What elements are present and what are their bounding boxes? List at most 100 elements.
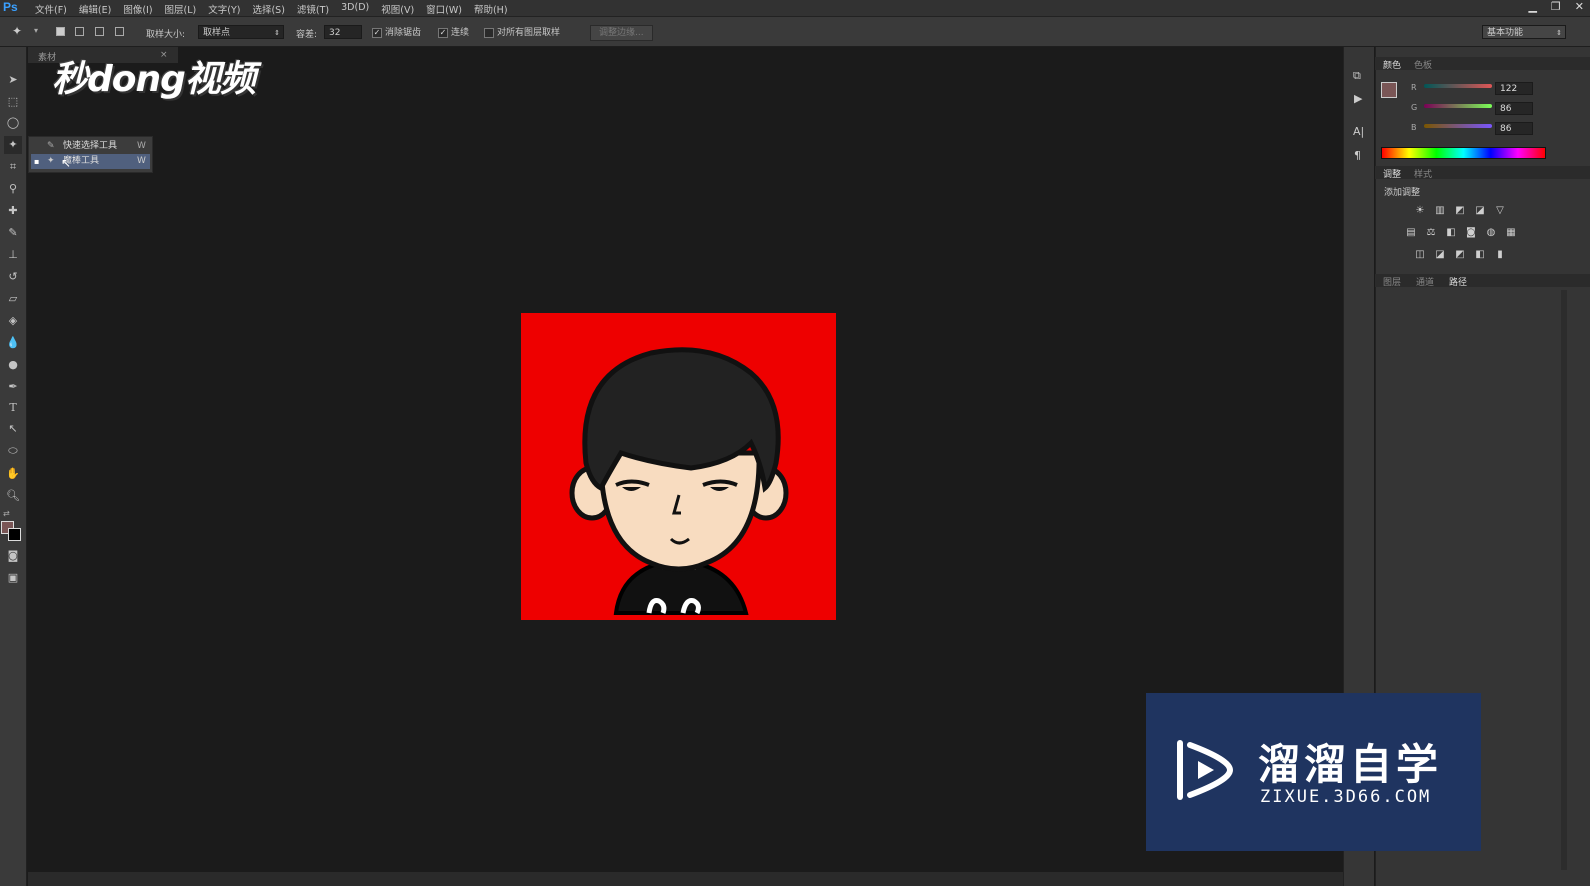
blur-tool-icon[interactable]: 💧 [4, 334, 22, 352]
screen-mode-icon[interactable]: ▣ [4, 569, 22, 587]
swap-colors-icon[interactable]: ⇄ [3, 509, 10, 518]
antialias-checkbox[interactable]: ✓ 消除锯齿 [372, 25, 421, 38]
actions-play-icon[interactable]: ▶ [1354, 92, 1362, 105]
menu-filter[interactable]: 滤镜(T) [297, 2, 329, 16]
menu-type[interactable]: 文字(Y) [208, 2, 240, 16]
menu-edit[interactable]: 编辑(E) [79, 2, 111, 16]
black-white-icon[interactable]: ◧ [1445, 227, 1457, 239]
value-r-input[interactable]: 122 [1495, 82, 1533, 95]
history-brush-icon[interactable]: ↺ [4, 268, 22, 286]
quick-mask-icon[interactable]: ◙ [4, 547, 22, 565]
paint-bucket-icon[interactable]: ◈ [4, 312, 22, 330]
subtract-selection-icon[interactable] [95, 27, 104, 36]
flyout-item-magic-wand[interactable]: ▪ ✦ 魔棒工具 W [31, 154, 150, 169]
eraser-tool-icon[interactable]: ▱ [4, 290, 22, 308]
menu-help[interactable]: 帮助(H) [474, 2, 508, 16]
tab-layers[interactable]: 图层 [1383, 275, 1401, 288]
eyedropper-tool-icon[interactable]: ⚲ [4, 180, 22, 198]
tool-preset-arrow-icon[interactable]: ▾ [34, 26, 38, 35]
dodge-tool-icon[interactable]: ● [4, 356, 22, 374]
hue-saturation-icon[interactable]: ▤ [1405, 227, 1417, 239]
restore-button[interactable]: ❐ [1551, 0, 1561, 13]
mouse-cursor-icon: ↖ [61, 156, 72, 170]
curves-icon[interactable]: ◩ [1454, 205, 1466, 217]
menu-layer[interactable]: 图层(L) [165, 2, 197, 16]
shape-tool-icon[interactable]: ⬭ [4, 442, 22, 460]
sample-size-label: 取样大小: [146, 30, 186, 40]
flyout-item-quick-selection[interactable]: ✎ 快速选择工具 W [31, 139, 150, 154]
menu-file[interactable]: 文件(F) [35, 2, 67, 16]
tab-color[interactable]: 颜色 [1383, 58, 1401, 71]
magic-wand-tool-icon[interactable]: ✦ [4, 136, 22, 154]
brightness-icon[interactable]: ☀ [1414, 205, 1426, 217]
tolerance-input[interactable]: 32 [324, 25, 362, 39]
foreground-color-preview[interactable] [1381, 82, 1397, 98]
checkbox-empty-icon [484, 27, 494, 38]
menu-view[interactable]: 视图(V) [381, 2, 414, 16]
menu-window[interactable]: 窗口(W) [426, 2, 462, 16]
zoom-tool-icon[interactable]: 🔍︎ [4, 487, 22, 505]
slider-b[interactable] [1424, 124, 1492, 128]
refine-edge-button[interactable]: 调整边缘... [590, 25, 653, 41]
hand-tool-icon[interactable]: ✋ [4, 465, 22, 483]
tab-styles[interactable]: 样式 [1414, 167, 1432, 180]
antialias-label: 消除锯齿 [385, 28, 422, 38]
sample-size-select[interactable]: 取样点 ⇕ [198, 25, 284, 39]
tab-paths[interactable]: 路径 [1449, 275, 1467, 288]
adjust-row-2: ▤ ⚖ ◧ ◙ ◍ ▦ [1405, 227, 1517, 239]
tab-adjustments[interactable]: 调整 [1383, 167, 1401, 180]
add-selection-icon[interactable] [75, 27, 84, 36]
type-tool-icon[interactable]: T [4, 399, 22, 417]
vibrance-icon[interactable]: ▽ [1494, 205, 1506, 217]
paragraph-panel-icon[interactable]: ¶ [1354, 149, 1361, 162]
minimize-button[interactable]: ▁ [1528, 0, 1536, 13]
flyout-label: 快速选择工具 [63, 141, 118, 151]
slider-g[interactable] [1424, 104, 1492, 108]
invert-icon[interactable]: ◫ [1414, 249, 1426, 261]
gradient-map-icon[interactable]: ▮ [1494, 249, 1506, 261]
brush-tool-icon[interactable]: ✎ [4, 224, 22, 242]
panel-scrollbar[interactable] [1561, 290, 1567, 870]
tab-channels[interactable]: 通道 [1416, 275, 1434, 288]
menu-image[interactable]: 图像(I) [123, 2, 152, 16]
healing-brush-icon[interactable]: ✚ [4, 202, 22, 220]
contiguous-checkbox[interactable]: ✓ 连续 [438, 25, 469, 38]
close-button[interactable]: ✕ [1575, 0, 1584, 13]
menu-select[interactable]: 选择(S) [252, 2, 284, 16]
new-selection-icon[interactable] [56, 27, 65, 36]
path-selection-icon[interactable]: ↖ [4, 420, 22, 438]
magic-wand-icon[interactable]: ✦ [12, 24, 22, 38]
chevron-down-icon: ⇕ [274, 29, 280, 37]
lasso-tool-icon[interactable]: ◯ [4, 114, 22, 132]
background-color-swatch[interactable] [8, 528, 21, 541]
value-g-input[interactable]: 86 [1495, 102, 1533, 115]
color-balance-icon[interactable]: ⚖ [1425, 227, 1437, 239]
threshold-icon[interactable]: ◩ [1454, 249, 1466, 261]
slider-r[interactable] [1424, 84, 1492, 88]
photo-filter-icon[interactable]: ◙ [1465, 227, 1477, 239]
history-panel-icon[interactable]: ⧉ [1353, 69, 1361, 83]
stamp-tool-icon[interactable]: ⊥ [4, 246, 22, 264]
value-b-input[interactable]: 86 [1495, 122, 1533, 135]
character-panel-icon[interactable]: A| [1353, 125, 1364, 138]
pen-tool-icon[interactable]: ✒ [4, 378, 22, 396]
color-lookup-icon[interactable]: ▦ [1505, 227, 1517, 239]
intersect-selection-icon[interactable] [115, 27, 124, 36]
tab-swatches[interactable]: 色板 [1414, 58, 1432, 71]
posterize-icon[interactable]: ◪ [1434, 249, 1446, 261]
channel-mixer-icon[interactable]: ◍ [1485, 227, 1497, 239]
crop-tool-icon[interactable]: ⌗ [4, 158, 22, 176]
miaodong-watermark-logo: 秒dong视频 [52, 59, 256, 100]
flyout-shortcut: W [137, 156, 146, 166]
color-spectrum-ramp[interactable] [1381, 147, 1546, 159]
sample-all-layers-checkbox[interactable]: 对所有图层取样 [484, 25, 560, 38]
selective-color-icon[interactable]: ◧ [1474, 249, 1486, 261]
move-tool-icon[interactable]: ➤ [4, 71, 22, 89]
menu-3d[interactable]: 3D(D) [341, 2, 369, 16]
marquee-tool-icon[interactable]: ⬚ [4, 93, 22, 111]
adjust-row-1: ☀ ▥ ◩ ◪ ▽ [1414, 205, 1506, 217]
workspace-select[interactable]: 基本功能 ⇕ [1482, 25, 1566, 39]
levels-icon[interactable]: ▥ [1434, 205, 1446, 217]
canvas-artwork[interactable] [521, 313, 836, 620]
exposure-icon[interactable]: ◪ [1474, 205, 1486, 217]
